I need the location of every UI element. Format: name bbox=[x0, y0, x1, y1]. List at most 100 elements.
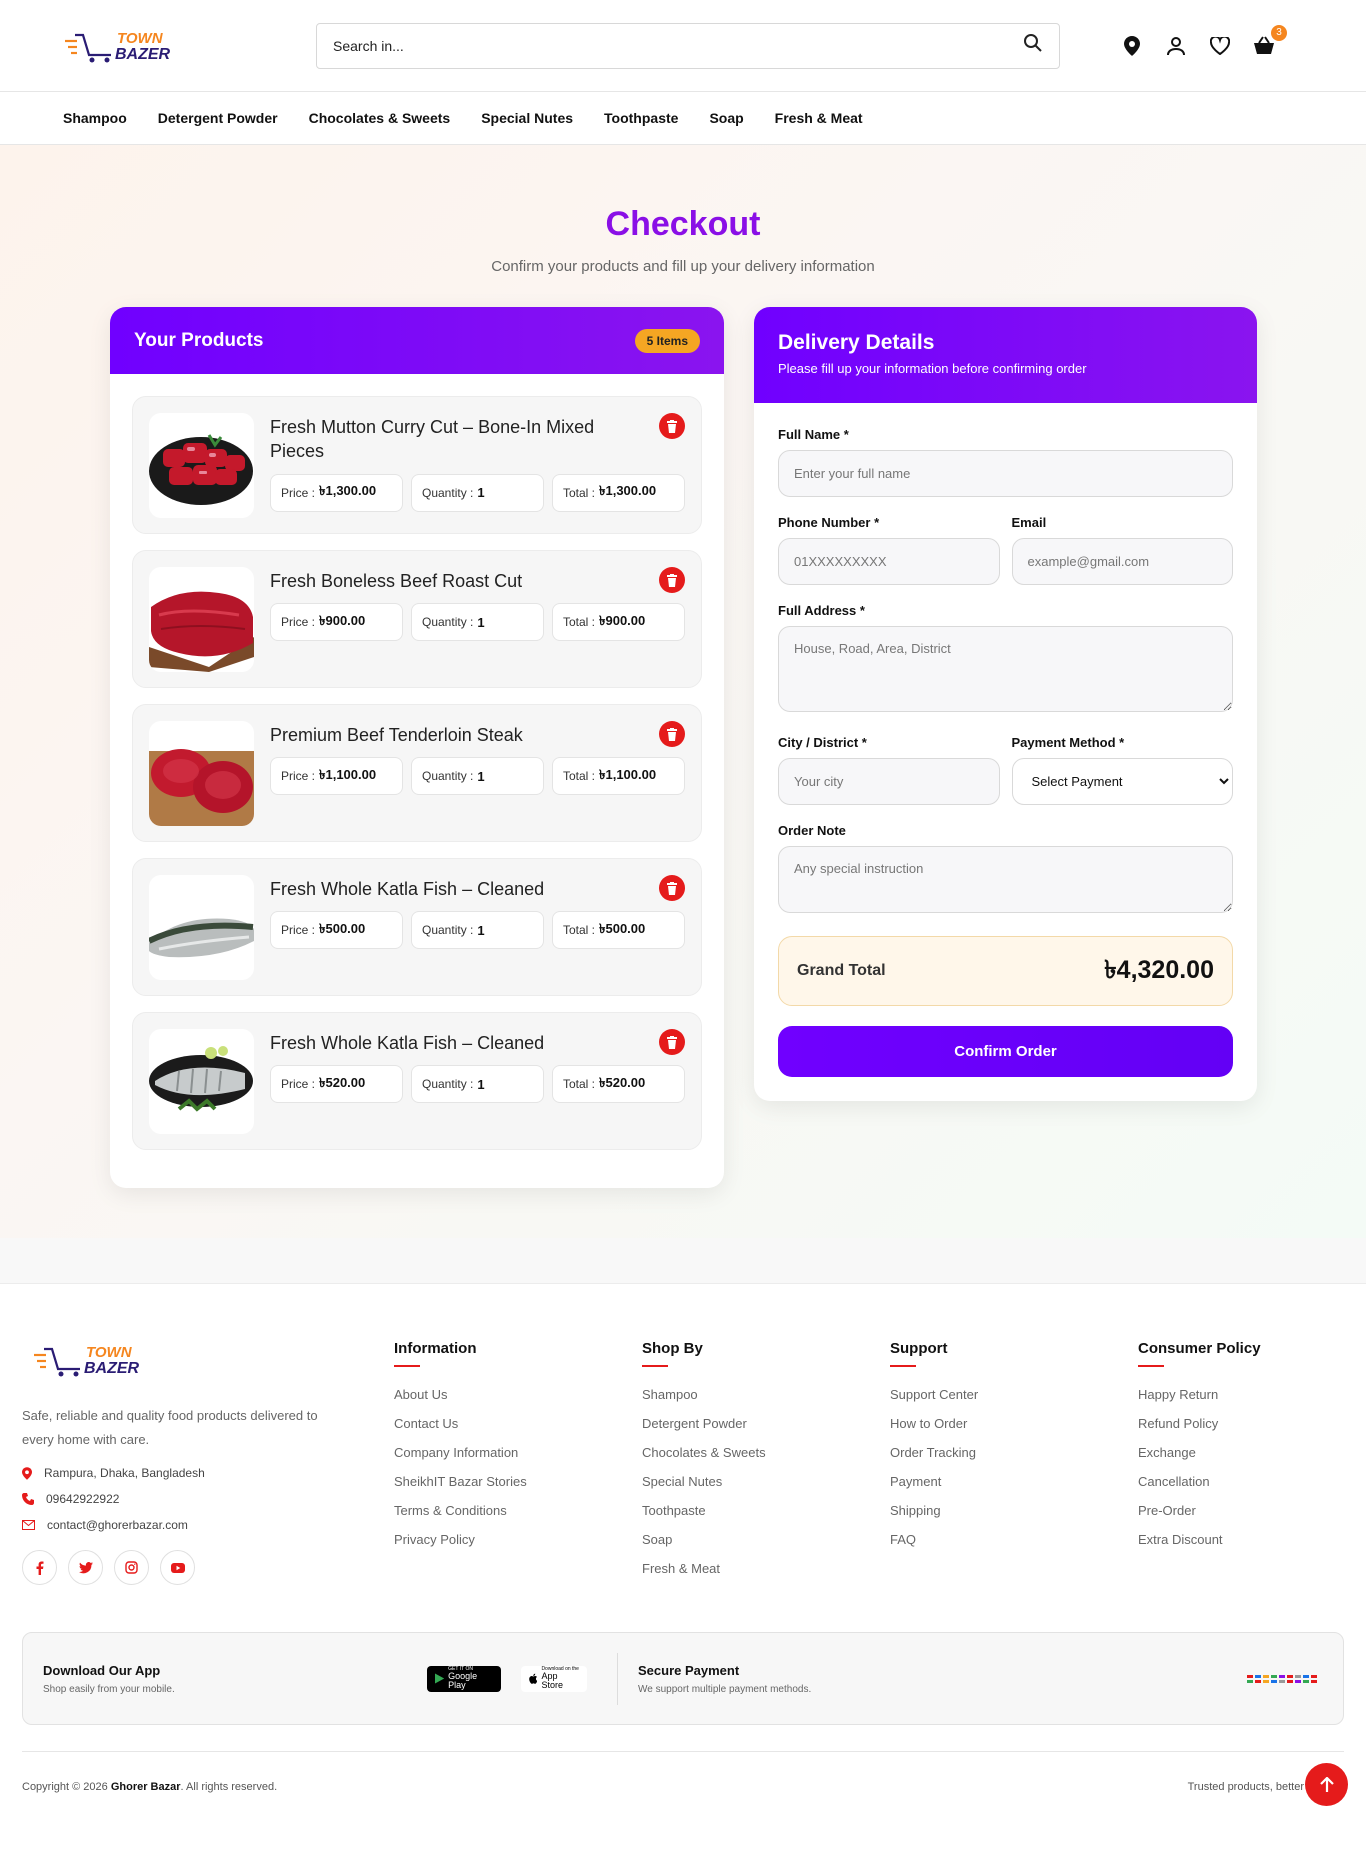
play-store-icon bbox=[435, 1673, 445, 1684]
header-actions: 3 bbox=[1121, 24, 1287, 57]
delete-item-button[interactable] bbox=[659, 1029, 685, 1055]
delete-item-button[interactable] bbox=[659, 875, 685, 901]
products-panel: Your Products 5 Items Fresh Mutton Curry… bbox=[110, 307, 724, 1188]
product-card: Premium Beef Tenderloin Steak Price : ৳1,… bbox=[132, 704, 702, 842]
footer-link[interactable]: FAQ bbox=[890, 1532, 1138, 1547]
site-header: TOWN BAZER 3 bbox=[0, 0, 1366, 92]
footer-column-consumer-policy: Consumer Policy Happy Return Refund Poli… bbox=[1138, 1340, 1338, 1590]
title-underline bbox=[394, 1365, 420, 1367]
footer-link[interactable]: About Us bbox=[394, 1387, 642, 1402]
footer-column-title: Information bbox=[394, 1340, 477, 1357]
price-chip: Price : ৳1,300.00 bbox=[270, 473, 403, 512]
footer-link[interactable]: Shampoo bbox=[642, 1387, 890, 1402]
site-footer: TOWN BAZER Safe, reliable and quality fo… bbox=[0, 1284, 1366, 1821]
footer-link[interactable]: Happy Return bbox=[1138, 1387, 1338, 1402]
trash-icon bbox=[667, 881, 677, 895]
nav-item-special-nutes[interactable]: Special Nutes bbox=[481, 110, 573, 126]
footer-link[interactable]: Soap bbox=[642, 1532, 890, 1547]
footer-column-support: Support Support Center How to Order Orde… bbox=[890, 1340, 1138, 1590]
heart-icon[interactable] bbox=[1209, 35, 1231, 57]
footer-description: Safe, reliable and quality food products… bbox=[22, 1408, 318, 1448]
location-pin-icon[interactable] bbox=[1121, 35, 1143, 57]
footer-link[interactable]: Detergent Powder bbox=[642, 1416, 890, 1431]
page-subtitle: Confirm your products and fill up your d… bbox=[491, 258, 875, 275]
back-to-top-button[interactable] bbox=[1305, 1763, 1348, 1806]
nav-item-toothpaste[interactable]: Toothpaste bbox=[604, 110, 678, 126]
footer-link[interactable]: SheikhIT Bazar Stories bbox=[394, 1474, 642, 1489]
svg-text:BAZER: BAZER bbox=[84, 1360, 140, 1377]
app-download-title: Download Our App bbox=[43, 1662, 161, 1678]
footer-link[interactable]: Order Tracking bbox=[890, 1445, 1138, 1460]
search-icon[interactable] bbox=[1023, 33, 1043, 58]
nav-item-detergent-powder[interactable]: Detergent Powder bbox=[158, 110, 278, 126]
footer-phone[interactable]: 09642922922 bbox=[22, 1492, 394, 1506]
footer-link[interactable]: How to Order bbox=[890, 1416, 1138, 1431]
twitter-icon[interactable] bbox=[68, 1550, 103, 1586]
footer-link[interactable]: Exchange bbox=[1138, 1445, 1338, 1460]
footer-link[interactable]: Fresh & Meat bbox=[642, 1561, 890, 1576]
footer-link[interactable]: Company Information bbox=[394, 1445, 642, 1460]
payment-method-select[interactable]: Select Payment bbox=[1011, 758, 1233, 805]
email-input[interactable] bbox=[1011, 538, 1233, 585]
nav-item-chocolates-sweets[interactable]: Chocolates & Sweets bbox=[309, 110, 451, 126]
facebook-icon[interactable] bbox=[22, 1550, 57, 1586]
full-name-label: Full Name * bbox=[778, 427, 849, 442]
order-note-textarea[interactable] bbox=[778, 846, 1233, 913]
cart-count-badge: 3 bbox=[1271, 24, 1287, 41]
site-logo[interactable]: TOWN BAZER bbox=[63, 21, 203, 71]
delete-item-button[interactable] bbox=[659, 721, 685, 747]
nav-item-shampoo[interactable]: Shampoo bbox=[63, 110, 127, 126]
footer-link[interactable]: Toothpaste bbox=[642, 1503, 890, 1518]
footer-logo[interactable]: TOWN BAZER bbox=[32, 1340, 394, 1386]
tagline-text: Trusted products, better bbox=[1187, 1780, 1304, 1793]
address-label: Full Address * bbox=[778, 603, 865, 618]
product-name: Premium Beef Tenderloin Steak bbox=[270, 725, 523, 745]
apple-icon bbox=[529, 1673, 538, 1684]
nav-item-soap[interactable]: Soap bbox=[709, 110, 743, 126]
city-input[interactable] bbox=[778, 758, 1000, 805]
phone-input[interactable] bbox=[778, 538, 1000, 585]
nav-item-fresh-meat[interactable]: Fresh & Meat bbox=[775, 110, 863, 126]
full-name-input[interactable] bbox=[778, 450, 1233, 497]
delete-item-button[interactable] bbox=[659, 567, 685, 593]
svg-text:TOWN: TOWN bbox=[86, 1344, 133, 1361]
footer-link[interactable]: Support Center bbox=[890, 1387, 1138, 1402]
category-nav: Shampoo Detergent Powder Chocolates & Sw… bbox=[0, 92, 1366, 145]
delivery-panel: Delivery Details Please fill up your inf… bbox=[754, 307, 1257, 1101]
footer-link[interactable]: Contact Us bbox=[394, 1416, 642, 1431]
footer-email[interactable]: contact@ghorerbazar.com bbox=[22, 1518, 394, 1532]
app-store-badge[interactable]: Download on the App Store bbox=[521, 1665, 587, 1692]
footer-column-information: Information About Us Contact Us Company … bbox=[394, 1340, 642, 1590]
quantity-chip: Quantity :1 bbox=[411, 1065, 544, 1104]
user-icon[interactable] bbox=[1165, 35, 1187, 57]
secure-payment-subtitle: We support multiple payment methods. bbox=[638, 1683, 812, 1695]
footer-link[interactable]: Extra Discount bbox=[1138, 1532, 1338, 1547]
product-image-mutton bbox=[149, 413, 254, 518]
mail-icon bbox=[22, 1520, 35, 1531]
footer-link[interactable]: Payment bbox=[890, 1474, 1138, 1489]
confirm-order-button[interactable]: Confirm Order bbox=[778, 1026, 1233, 1077]
price-chip: Price : ৳1,100.00 bbox=[270, 757, 403, 796]
delete-item-button[interactable] bbox=[659, 413, 685, 439]
footer-link[interactable]: Special Nutes bbox=[642, 1474, 890, 1489]
total-chip: Total : ৳1,300.00 bbox=[552, 473, 685, 512]
footer-link[interactable]: Terms & Conditions bbox=[394, 1503, 642, 1518]
grand-total-value: ৳4,320.00 bbox=[1104, 955, 1214, 984]
footer-link[interactable]: Cancellation bbox=[1138, 1474, 1338, 1489]
search-input[interactable] bbox=[333, 37, 972, 54]
footer-link[interactable]: Chocolates & Sweets bbox=[642, 1445, 890, 1460]
footer-link[interactable]: Privacy Policy bbox=[394, 1532, 642, 1547]
instagram-icon[interactable] bbox=[114, 1550, 149, 1586]
cart-icon[interactable]: 3 bbox=[1253, 24, 1287, 57]
total-chip: Total : ৳520.00 bbox=[552, 1065, 685, 1104]
search-bar bbox=[316, 22, 1060, 69]
quantity-chip: Quantity :1 bbox=[411, 473, 544, 512]
footer-link[interactable]: Shipping bbox=[890, 1503, 1138, 1518]
address-textarea[interactable] bbox=[778, 626, 1233, 712]
phone-icon bbox=[22, 1493, 34, 1506]
footer-link[interactable]: Refund Policy bbox=[1138, 1416, 1338, 1431]
footer-link[interactable]: Pre-Order bbox=[1138, 1503, 1338, 1518]
youtube-icon[interactable] bbox=[160, 1550, 195, 1586]
google-play-badge[interactable]: GET IT ON Google Play bbox=[427, 1665, 501, 1692]
title-underline bbox=[890, 1365, 916, 1367]
